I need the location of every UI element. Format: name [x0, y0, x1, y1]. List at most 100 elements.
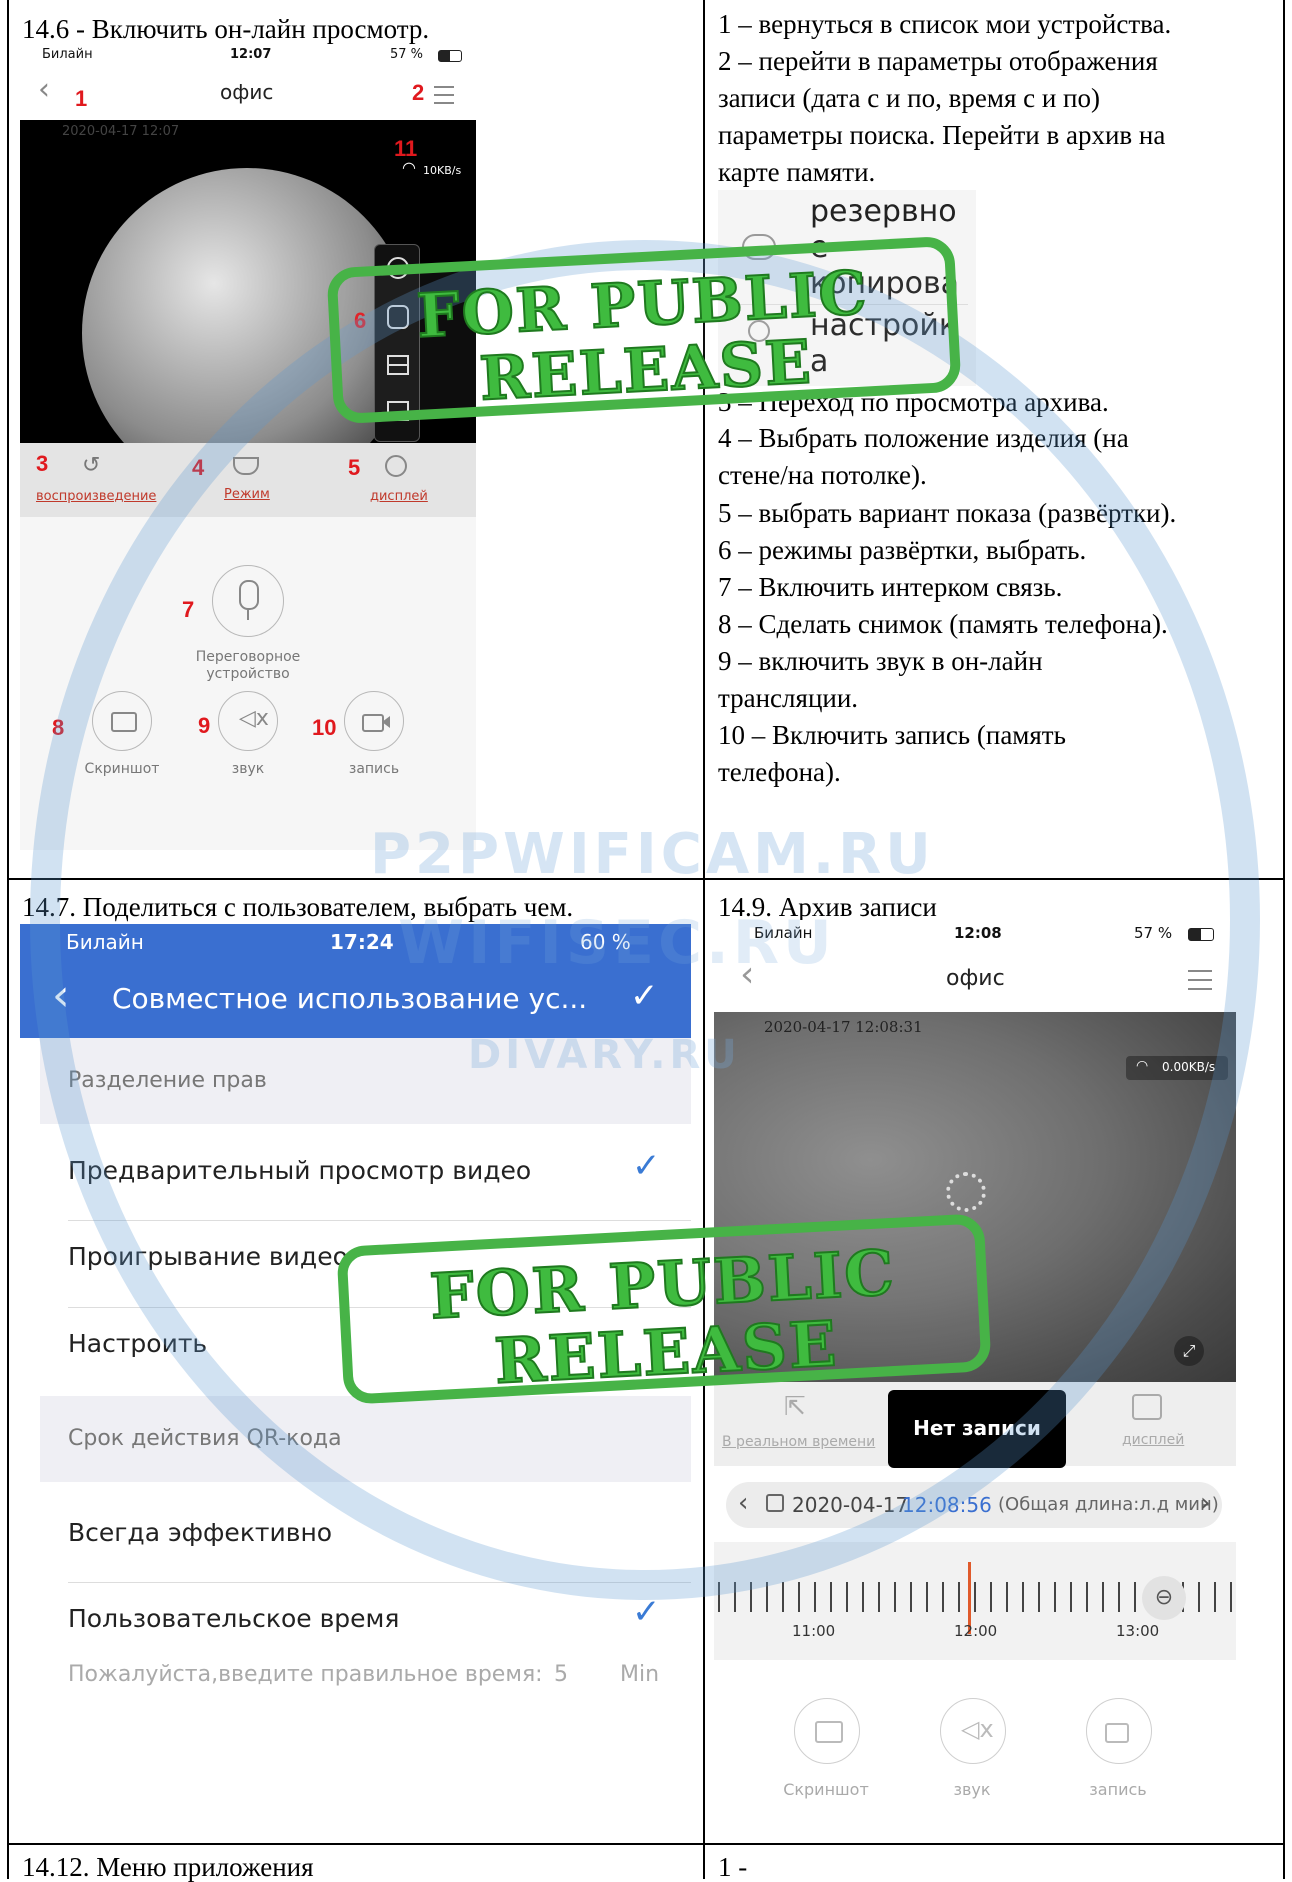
description-line: 7 – Включить интерком связь. — [718, 572, 1063, 602]
tab-mode[interactable]: Режим — [224, 487, 270, 502]
option-custom-time[interactable]: Пользовательское время — [68, 1604, 399, 1633]
wifi-speed: 10KB/s — [423, 164, 462, 177]
video-camera-lens — [382, 716, 390, 728]
menu-icon[interactable] — [1188, 970, 1212, 990]
microphone-icon — [239, 580, 259, 610]
control-tabs-bar: 3 ↺ воспроизведение 4 Режим 5 дисплей — [20, 443, 476, 517]
marker-10: 10 — [312, 715, 337, 740]
mount-mode-icon[interactable] — [233, 457, 259, 475]
video-timestamp: 2020-04-17 12:08:31 — [764, 1018, 923, 1036]
battery-level: 57 % — [390, 47, 424, 62]
controls-area: 7 Переговорное устройство 8 Скриншот 9 ◁… — [20, 517, 476, 850]
release-stamp: FOR PUBLIC RELEASE — [336, 1213, 992, 1405]
description-line: записи (дата с и по, время с и по) — [718, 83, 1100, 113]
menu-icon[interactable] — [434, 86, 454, 104]
date-selector: ‹ 2020-04-17 12:08:56 (Общая длина:л.д м… — [726, 1482, 1222, 1528]
marker-5: 5 — [348, 455, 361, 480]
back-icon[interactable]: ‹ — [38, 72, 50, 107]
tab-live[interactable]: В реальном времени — [722, 1434, 875, 1450]
live-icon[interactable]: ⇱ — [784, 1392, 806, 1422]
status-time: 17:24 — [330, 930, 394, 954]
battery-icon — [438, 50, 462, 62]
release-stamp: FOR PUBLIC RELEASE — [326, 235, 962, 425]
archive-date: 2020-04-17 — [792, 1493, 909, 1517]
video-timestamp: 2020-04-17 12:07 — [62, 124, 180, 139]
timeline-label: 12:00 — [954, 1622, 998, 1640]
custom-time-input[interactable]: 5 — [554, 1662, 568, 1687]
record-button[interactable] — [1086, 1698, 1152, 1764]
timeline-label: 13:00 — [1116, 1622, 1160, 1640]
sound-button[interactable]: ◁x — [218, 691, 278, 751]
fullscreen-icon[interactable]: ⤢ — [1174, 1336, 1204, 1366]
sound-label: звук — [231, 761, 265, 777]
status-time: 12:08 — [954, 924, 1002, 942]
speaker-muted-icon: ◁x — [961, 1715, 994, 1743]
header-title: Совместное использование ус... — [112, 982, 588, 1015]
device-name: офис — [220, 80, 274, 104]
description-line: 9 – включить звук в он-лайн — [718, 646, 1043, 676]
description-line: карте памяти. — [718, 157, 876, 187]
option-preview-video[interactable]: Предварительный просмотр видео — [68, 1156, 531, 1185]
custom-time-hint: Пожалуйста,введите правильное время: — [68, 1662, 543, 1687]
archive-tabs-bar: ⇱ В реальном времени Нет записи дисплей — [714, 1382, 1236, 1468]
device-name: офис — [946, 966, 1005, 991]
sound-button[interactable]: ◁x — [940, 1698, 1006, 1764]
table-border-left — [7, 0, 9, 1879]
screenshot-button[interactable] — [92, 691, 152, 751]
prev-day-icon[interactable]: ‹ — [738, 1488, 748, 1518]
section-title: 14.12. Меню приложения — [22, 1852, 314, 1882]
screenshot-label: Скриншот — [783, 1780, 869, 1799]
record-label: запись — [348, 761, 400, 777]
marker-9: 9 — [198, 713, 211, 738]
marker-8: 8 — [52, 715, 65, 740]
screenshot-button[interactable] — [794, 1698, 860, 1764]
back-icon[interactable]: ‹ — [52, 970, 70, 1021]
description-line: 1 – вернуться в список мои устройства. — [718, 9, 1172, 39]
description-line: 10 – Включить запись (память — [718, 720, 1066, 750]
battery-icon — [1188, 928, 1214, 941]
calendar-icon[interactable] — [766, 1494, 784, 1512]
timeline[interactable]: 11:00 12:00 13:00 ⊖ — [714, 1542, 1236, 1660]
record-label: запись — [1089, 1780, 1147, 1799]
watermark-site: WIFISEC.RU — [398, 908, 836, 978]
popup-item[interactable]: резервно — [810, 194, 957, 229]
camera-icon — [111, 712, 137, 732]
next-day-icon[interactable]: › — [1200, 1488, 1210, 1518]
section-label-qr: Срок действия QR-кода — [68, 1426, 342, 1451]
playback-icon[interactable]: ↺ — [82, 453, 100, 478]
archive-length: (Общая длина:л.д мин) — [998, 1494, 1219, 1515]
marker-11: 11 — [394, 136, 418, 161]
tab-display[interactable]: дисплей — [1122, 1432, 1184, 1448]
status-time: 12:07 — [230, 47, 272, 62]
description-line: 2 – перейти в параметры отображения — [718, 46, 1158, 76]
check-icon: ✓ — [632, 1146, 661, 1186]
marker-2: 2 — [412, 80, 425, 105]
description-line: стене/на потолке). — [718, 460, 927, 490]
timeline-label: 11:00 — [792, 1622, 836, 1640]
marker-3: 3 — [36, 451, 49, 476]
no-record-toast: Нет записи — [888, 1390, 1066, 1468]
display-icon[interactable] — [385, 455, 407, 477]
section-title: 14.6 - Включить он-лайн просмотр. — [22, 14, 430, 44]
option-always-valid[interactable]: Всегда эффективно — [68, 1518, 332, 1547]
marker-4: 4 — [192, 455, 205, 480]
section-right-text: 1 - — [718, 1852, 748, 1882]
zoom-out-icon[interactable]: ⊖ — [1142, 1576, 1186, 1620]
tab-playback[interactable]: воспроизведение — [36, 489, 156, 504]
record-button[interactable] — [344, 691, 404, 751]
tab-display[interactable]: дисплей — [370, 489, 428, 504]
phone-screenshot-live: Билайн 12:07 57 % ‹ 1 офис 2 2020-04-17 … — [20, 44, 476, 850]
battery-level: 57 % — [1134, 924, 1173, 942]
confirm-check-icon[interactable]: ✓ — [630, 976, 659, 1016]
loading-spinner-icon — [946, 1172, 986, 1212]
camera-icon — [815, 1721, 843, 1743]
description-line: 6 – режимы развёртки, выбрать. — [718, 535, 1087, 565]
custom-time-unit: Min — [620, 1662, 660, 1687]
intercom-button[interactable] — [212, 565, 284, 637]
display-icon[interactable] — [1132, 1394, 1162, 1420]
video-camera-icon — [362, 714, 384, 732]
microphone-stand — [247, 610, 249, 620]
option-play-video[interactable]: Проигрывание видео — [68, 1242, 348, 1271]
option-configure[interactable]: Настроить — [68, 1329, 207, 1358]
wifi-speed-badge: ◠ 0.00KB/s — [1126, 1056, 1228, 1080]
